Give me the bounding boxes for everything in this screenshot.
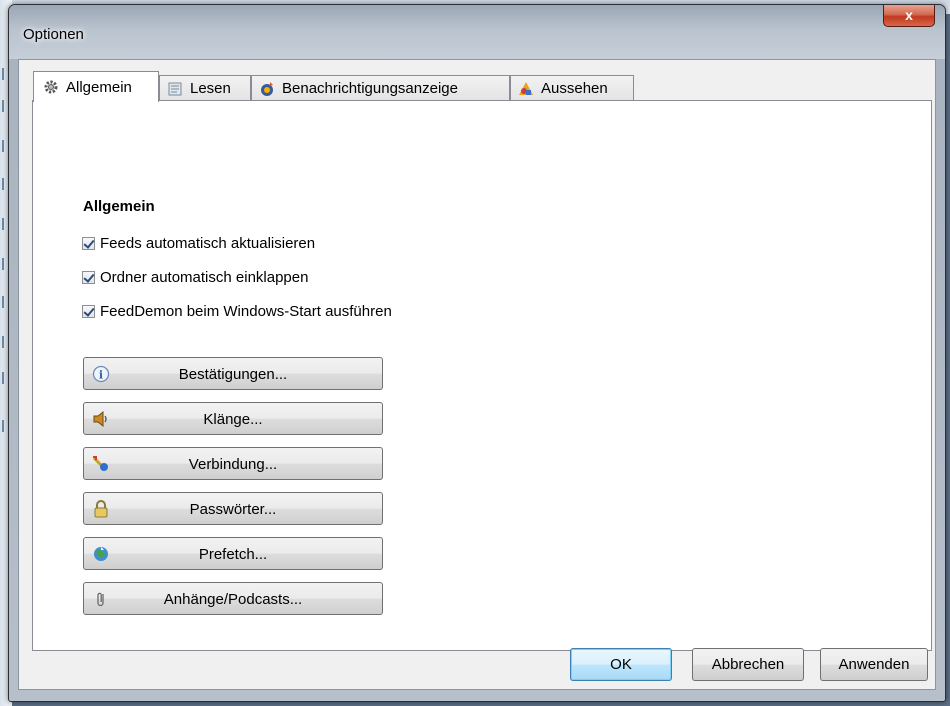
tab-label: Lesen (190, 80, 231, 97)
checkbox-checked[interactable] (82, 271, 95, 284)
apply-button[interactable]: Anwenden (820, 648, 928, 681)
button-label: Verbindung... (188, 456, 278, 473)
prefetch-button[interactable]: Prefetch... (83, 537, 383, 570)
button-label: Klänge... (203, 411, 263, 428)
tab-lesen[interactable]: Lesen (159, 75, 251, 101)
close-button[interactable]: x (883, 5, 935, 27)
tab-label: Aussehen (541, 80, 608, 97)
ok-button[interactable]: OK (570, 648, 672, 681)
cancel-button[interactable]: Abbrechen (692, 648, 804, 681)
section-heading: Allgemein (83, 198, 155, 215)
attachments-podcasts-button[interactable]: Anhänge/Podcasts... (83, 582, 383, 615)
checkbox-folders-auto-collapse[interactable]: Ordner automatisch einklappen (82, 269, 308, 286)
tab-panel-allgemein: Allgemein Feeds automatisch aktualisiere… (32, 100, 932, 651)
notification-icon (258, 80, 276, 98)
tab-benachrichtigungsanzeige[interactable]: Benachrichtigungsanzeige (251, 75, 510, 101)
close-icon: x (905, 7, 913, 23)
tab-label: Allgemein (66, 78, 132, 96)
sounds-button[interactable]: Klänge... (83, 402, 383, 435)
connection-button[interactable]: Verbindung... (83, 447, 383, 480)
appearance-icon (517, 80, 535, 98)
gear-icon (42, 78, 60, 96)
passwords-button[interactable]: Passwörter... (83, 492, 383, 525)
checkbox-checked[interactable] (82, 237, 95, 250)
tab-aussehen[interactable]: Aussehen (510, 75, 634, 101)
confirmations-button[interactable]: i Bestätigungen... (83, 357, 383, 390)
reading-icon (166, 80, 184, 98)
button-label: Prefetch... (198, 546, 268, 563)
checkbox-run-at-startup[interactable]: FeedDemon beim Windows-Start ausführen (82, 303, 392, 320)
checkbox-feeds-auto-update[interactable]: Feeds automatisch aktualisieren (82, 235, 315, 252)
button-label: Anhänge/Podcasts... (163, 591, 303, 608)
options-dialog: Optionen x Allgemein Lesen Benachrichtig… (8, 4, 946, 702)
checkbox-label: FeedDemon beim Windows-Start ausführen (100, 303, 392, 320)
checkbox-checked[interactable] (82, 305, 95, 318)
tab-allgemein[interactable]: Allgemein (33, 71, 159, 102)
checkbox-label: Ordner automatisch einklappen (100, 269, 309, 286)
tab-label: Benachrichtigungsanzeige (282, 80, 458, 97)
button-label: Passwörter... (189, 501, 277, 518)
window-title: Optionen (23, 26, 84, 43)
button-label: Bestätigungen... (178, 366, 288, 383)
dialog-client-area: Allgemein Lesen Benachrichtigungsanzeige… (18, 59, 936, 690)
title-bar[interactable]: Optionen x (9, 5, 945, 59)
checkbox-label: Feeds automatisch aktualisieren (100, 235, 316, 252)
